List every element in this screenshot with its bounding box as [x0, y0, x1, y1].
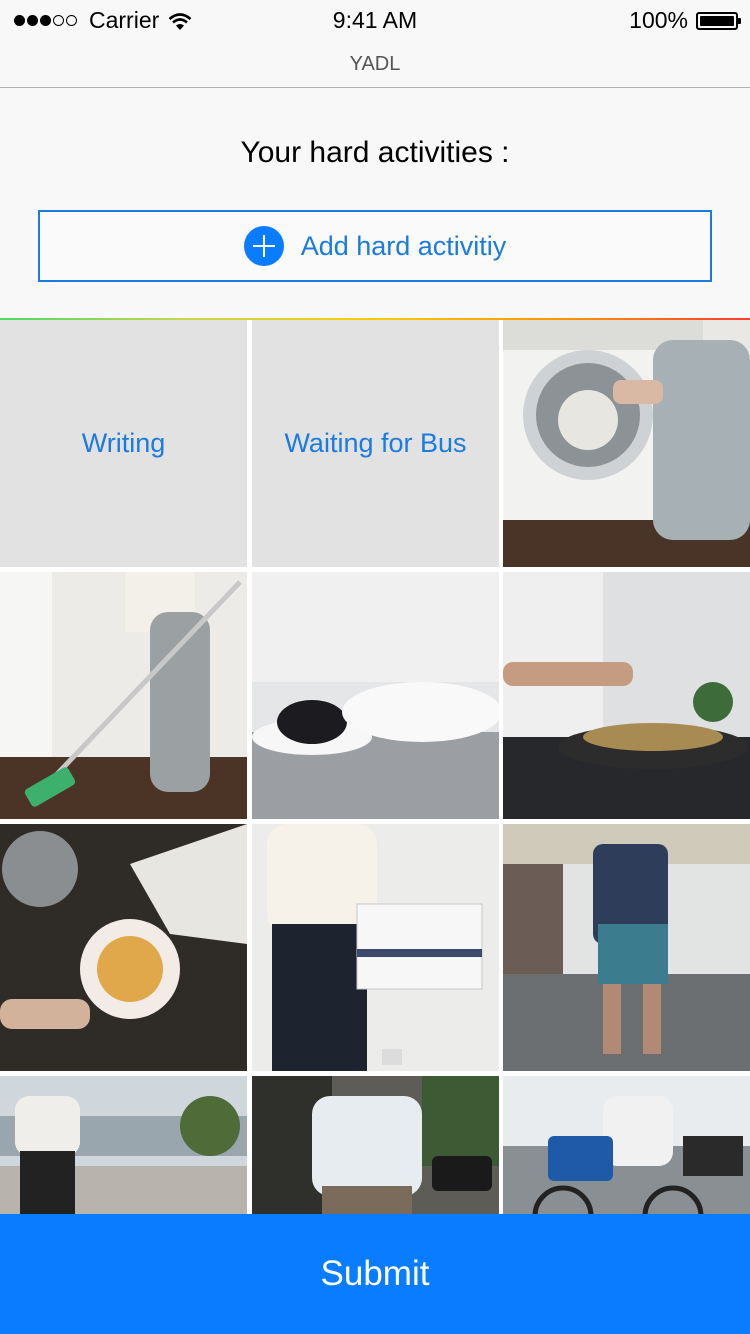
- walking-waterfront-image: [0, 1076, 247, 1214]
- activity-tile-waiting-for-bus[interactable]: Waiting for Bus: [252, 320, 499, 567]
- activity-tile-bed[interactable]: [252, 572, 499, 819]
- activity-tile-box[interactable]: [252, 824, 499, 1071]
- activity-tile-walking-street[interactable]: [252, 1076, 499, 1214]
- tea-image: [0, 824, 247, 1071]
- activity-grid: Writing Waiting for Bus: [0, 320, 750, 1214]
- activity-tile-cooking[interactable]: [503, 572, 750, 819]
- walking-street-image: [252, 1076, 499, 1214]
- activity-tile-writing[interactable]: Writing: [0, 320, 247, 567]
- subway-platform-image: [503, 824, 750, 1071]
- tile-label: Waiting for Bus: [284, 428, 467, 458]
- laundry-image: [503, 320, 750, 567]
- submit-label: Submit: [320, 1254, 430, 1293]
- bike-share-image: [503, 1076, 750, 1214]
- navigation-bar: YADL: [0, 40, 750, 88]
- add-circle-icon: [243, 226, 284, 266]
- page-heading: Your hard activities :: [240, 136, 510, 169]
- battery-percent: 100%: [629, 7, 688, 33]
- activity-tile-laundry[interactable]: [503, 320, 750, 567]
- mopping-image: [0, 572, 247, 819]
- activity-tile-walking-waterfront[interactable]: [0, 1076, 247, 1214]
- activity-tile-mopping[interactable]: [0, 572, 247, 819]
- add-hard-activity-button[interactable]: Add hard activitiy: [38, 210, 712, 282]
- cooking-image: [503, 572, 750, 819]
- activity-tile-subway[interactable]: [503, 824, 750, 1071]
- status-bar: Carrier 9:41 AM 100%: [0, 0, 750, 40]
- carrying-box-image: [252, 824, 499, 1071]
- activity-tile-tea[interactable]: [0, 824, 247, 1071]
- activity-tile-bike[interactable]: [503, 1076, 750, 1214]
- tile-label: Writing: [81, 428, 166, 458]
- lying-in-bed-image: [252, 572, 499, 819]
- nav-title: YADL: [349, 53, 401, 75]
- submit-button[interactable]: Submit: [0, 1214, 750, 1334]
- battery-icon: [696, 11, 741, 30]
- status-right: 100%: [629, 7, 741, 34]
- add-button-label: Add hard activitiy: [300, 230, 507, 261]
